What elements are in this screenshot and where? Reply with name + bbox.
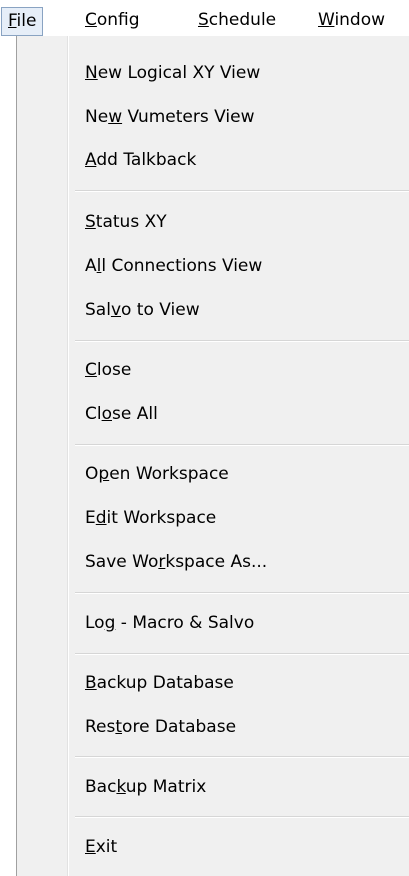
menu-separator: [75, 592, 409, 594]
menu-config[interactable]: Config: [78, 7, 147, 36]
menu-item-exit[interactable]: Exit: [85, 829, 117, 865]
menu-item-all-connections-view[interactable]: All Connections View: [85, 248, 262, 284]
menu-separator: [75, 816, 409, 818]
menu-item-close[interactable]: Close: [85, 352, 131, 388]
menu-item-new-logical-xy-view[interactable]: New Logical XY View: [85, 55, 260, 91]
menu-item-edit-workspace[interactable]: Edit Workspace: [85, 500, 216, 536]
menu-item-log-macro-salvo[interactable]: Log - Macro & Salvo: [85, 605, 254, 641]
menu-item-open-workspace[interactable]: Open Workspace: [85, 456, 229, 492]
menu-separator: [75, 756, 409, 758]
menu-schedule[interactable]: Schedule: [191, 7, 283, 36]
menu-item-new-vumeters-view[interactable]: New Vumeters View: [85, 99, 254, 135]
menu-window[interactable]: Window: [311, 7, 392, 36]
menu-bar: File Config Schedule Window: [0, 0, 409, 40]
menu-separator: [75, 340, 409, 342]
menu-item-backup-matrix[interactable]: Backup Matrix: [85, 769, 206, 805]
menu-separator: [75, 190, 409, 192]
icon-gutter-divider: [67, 36, 69, 876]
menu-item-backup-database[interactable]: Backup Database: [85, 665, 234, 701]
menu-separator: [75, 653, 409, 655]
menu-item-add-talkback[interactable]: Add Talkback: [85, 142, 196, 178]
menu-item-restore-database[interactable]: Restore Database: [85, 709, 236, 745]
menu-item-status-xy[interactable]: Status XY: [85, 204, 167, 240]
menu-file[interactable]: File: [1, 7, 44, 36]
menu-separator: [75, 444, 409, 446]
file-dropdown-menu: New Logical XY View New Vumeters View Ad…: [16, 36, 409, 876]
menu-item-salvo-to-view[interactable]: Salvo to View: [85, 292, 200, 328]
menu-item-save-workspace-as[interactable]: Save Workspace As...: [85, 544, 267, 580]
menu-item-close-all[interactable]: Close All: [85, 396, 158, 432]
